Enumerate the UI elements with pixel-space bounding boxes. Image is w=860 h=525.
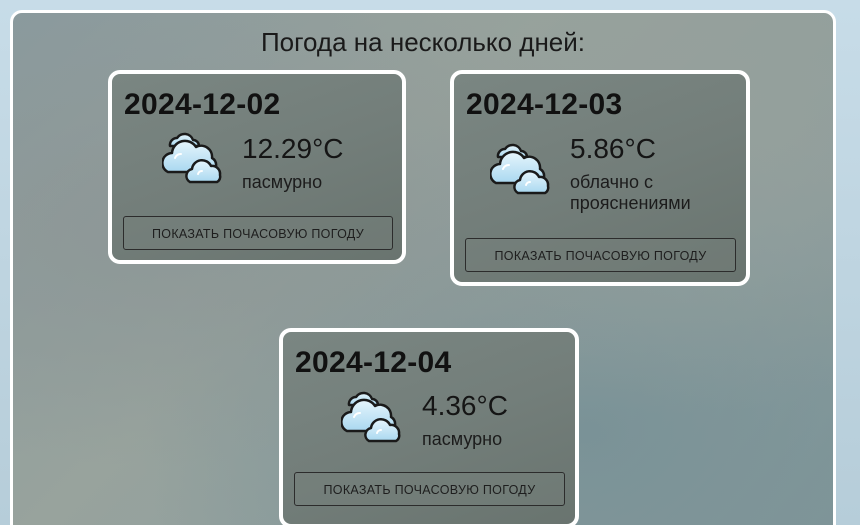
forecast-card: 2024-12-04 4.36°C пасмурно ПОКАЗАТЬ ПОЧА… <box>279 328 579 525</box>
forecast-description: пасмурно <box>422 429 503 449</box>
show-hourly-weather-button[interactable]: ПОКАЗАТЬ ПОЧАСОВУЮ ПОГОДУ <box>294 472 565 506</box>
forecast-card: 2024-12-02 12.29°C пасмурно ПОКАЗАТЬ ПОЧ… <box>108 70 406 264</box>
clouds-icon <box>341 389 407 445</box>
forecast-panel: Погода на несколько дней: 2024-12-02 12.… <box>10 10 836 525</box>
forecast-temperature: 12.29°C <box>242 133 344 164</box>
page-title: Погода на несколько дней: <box>260 27 586 57</box>
forecast-description: облачно с прояснениями <box>570 172 691 213</box>
forecast-description: пасмурно <box>242 172 323 192</box>
forecast-date: 2024-12-04 <box>295 346 452 379</box>
forecast-temperature: 5.86°C <box>570 133 656 164</box>
clouds-icon <box>162 130 228 186</box>
forecast-temperature: 4.36°C <box>422 390 508 421</box>
forecast-card: 2024-12-03 5.86°C облачно с прояснениями… <box>450 70 750 286</box>
forecast-date: 2024-12-02 <box>124 88 281 121</box>
show-hourly-weather-button[interactable]: ПОКАЗАТЬ ПОЧАСОВУЮ ПОГОДУ <box>123 216 393 250</box>
clouds-icon <box>490 134 556 204</box>
forecast-date: 2024-12-03 <box>466 88 623 121</box>
show-hourly-weather-button[interactable]: ПОКАЗАТЬ ПОЧАСОВУЮ ПОГОДУ <box>465 238 736 272</box>
